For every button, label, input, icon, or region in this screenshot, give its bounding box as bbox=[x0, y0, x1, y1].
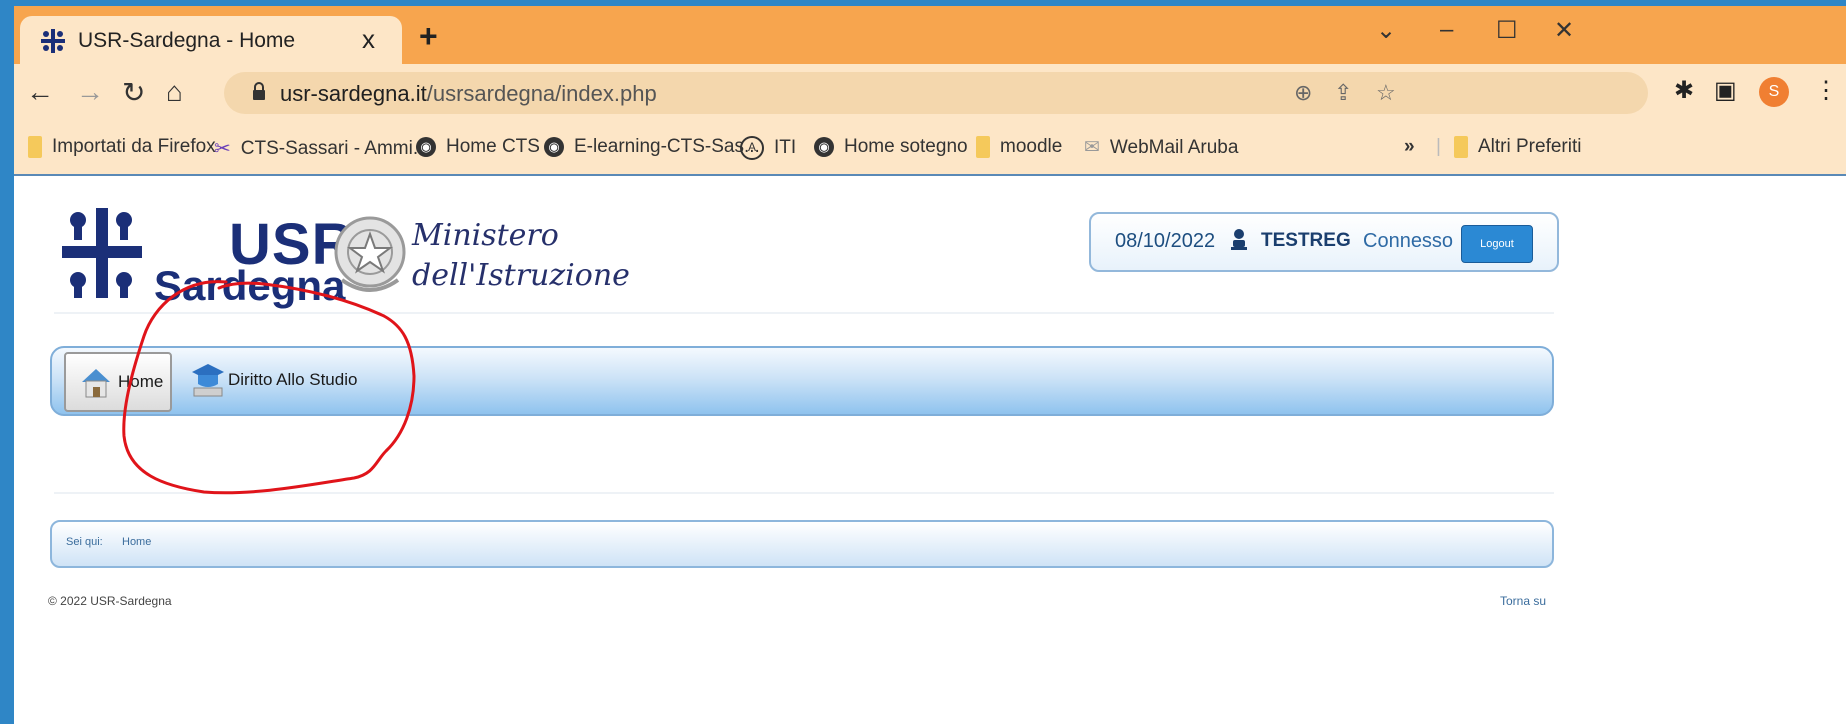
bookmark-label: Importati da Firefox bbox=[52, 136, 216, 157]
breadcrumb-prefix: Sei qui: bbox=[66, 536, 103, 548]
bookmark-item[interactable]: ◉ E-learning-CTS-Sas... bbox=[544, 136, 760, 158]
ministero-line1: Ministero bbox=[412, 218, 559, 253]
cts-icon: ✂ bbox=[214, 138, 231, 160]
menu-kebab-icon[interactable]: ⋮ bbox=[1814, 76, 1838, 105]
globe-icon: ◉ bbox=[814, 137, 834, 157]
browser-tab[interactable]: USR-Sardegna - Home x bbox=[20, 16, 402, 64]
folder-icon bbox=[28, 136, 42, 158]
nav-home-label: Home bbox=[118, 372, 164, 391]
maximize-icon[interactable]: ☐ bbox=[1496, 16, 1518, 45]
iti-icon: A bbox=[740, 136, 764, 160]
other-bookmarks[interactable]: Altri Preferiti bbox=[1454, 136, 1581, 158]
bookmark-label: WebMail Aruba bbox=[1109, 136, 1239, 158]
nav-item-diritto-allo-studio[interactable]: Diritto Allo Studio bbox=[190, 352, 390, 408]
side-panel-icon[interactable]: ▣ bbox=[1714, 76, 1737, 105]
reload-icon[interactable]: ↻ bbox=[122, 76, 145, 109]
bookmark-item[interactable]: A ITI bbox=[740, 136, 796, 160]
bookmark-item[interactable]: ✂ CTS-Sassari - Ammi... bbox=[214, 136, 429, 161]
profile-avatar[interactable]: S bbox=[1759, 77, 1789, 107]
minimize-icon[interactable]: – bbox=[1440, 16, 1453, 44]
breadcrumb-home-link[interactable]: Home bbox=[122, 536, 151, 548]
ministero-line2: dell'Istruzione bbox=[412, 258, 630, 293]
copyright-text: © 2022 USR-Sardegna bbox=[48, 594, 172, 608]
bookmark-item[interactable]: ◉ Home sotegno bbox=[814, 136, 968, 158]
extensions-icon[interactable]: ✱ bbox=[1674, 76, 1694, 105]
nav-das-label: Diritto Allo Studio bbox=[228, 370, 358, 389]
bookmark-item[interactable]: ✉ WebMail Aruba bbox=[1084, 136, 1238, 159]
usr-favicon-icon bbox=[41, 29, 65, 53]
header-divider bbox=[54, 312, 1554, 314]
back-to-top-link[interactable]: Torna su bbox=[1500, 594, 1546, 608]
new-tab-button[interactable]: + bbox=[419, 18, 438, 55]
bookmark-label: Home sotegno bbox=[844, 136, 968, 157]
user-panel: 08/10/2022 TESTREG Connesso Logout bbox=[1089, 212, 1559, 272]
url-path: /usrsardegna/index.php bbox=[426, 81, 657, 106]
globe-icon: ◉ bbox=[416, 137, 436, 157]
close-window-icon[interactable]: ✕ bbox=[1554, 16, 1574, 45]
tab-title: USR-Sardegna - Home bbox=[78, 29, 296, 52]
bookmarks-divider: | bbox=[1436, 136, 1441, 157]
bookmark-label: E-learning-CTS-Sas... bbox=[574, 136, 760, 157]
bookmark-item[interactable]: moodle bbox=[976, 136, 1062, 158]
folder-icon bbox=[976, 136, 990, 158]
tab-strip: USR-Sardegna - Home x + ⌄ – ☐ ✕ bbox=[14, 6, 1846, 64]
browser-window: USR-Sardegna - Home x + ⌄ – ☐ ✕ ← → ↻ ⌂ … bbox=[14, 6, 1846, 724]
address-bar[interactable]: usr-sardegna.it/usrsardegna/index.php ⊕ … bbox=[224, 72, 1648, 114]
back-icon[interactable]: ← bbox=[26, 76, 54, 108]
bookmarks-overflow-button[interactable]: » bbox=[1404, 136, 1415, 158]
login-date: 08/10/2022 bbox=[1115, 230, 1216, 252]
tab-search-dropdown-icon[interactable]: ⌄ bbox=[1376, 16, 1396, 45]
sardinia-cross-logo-icon bbox=[62, 208, 142, 298]
globe-icon: ◉ bbox=[544, 137, 564, 157]
bookmark-item[interactable]: ◉ Home CTS bbox=[416, 136, 540, 158]
ministero-title: Ministero dell'Istruzione bbox=[412, 216, 630, 296]
nav-item-home[interactable]: Home bbox=[64, 352, 172, 412]
connection-status: Connesso bbox=[1363, 230, 1454, 252]
bookmark-item[interactable]: Importati da Firefox bbox=[28, 136, 216, 158]
graduation-cap-icon bbox=[192, 364, 224, 397]
url-text[interactable]: usr-sardegna.it/usrsardegna/index.php bbox=[280, 81, 657, 107]
bookmark-star-icon[interactable]: ☆ bbox=[1376, 80, 1396, 106]
bookmark-label: Home CTS bbox=[446, 136, 540, 157]
folder-icon bbox=[1454, 136, 1468, 158]
url-domain: usr-sardegna.it bbox=[280, 81, 427, 106]
toolbar: ← → ↻ ⌂ usr-sardegna.it/usrsardegna/inde… bbox=[14, 64, 1846, 122]
username: TESTREG bbox=[1261, 230, 1351, 251]
mail-icon: ✉ bbox=[1084, 137, 1100, 158]
bookmark-label: CTS-Sassari - Ammi... bbox=[240, 137, 429, 159]
bookmark-label: moodle bbox=[1000, 136, 1063, 157]
content-divider bbox=[54, 492, 1554, 494]
bookmarks-bar: Importati da Firefox ✂ CTS-Sassari - Ammi… bbox=[14, 122, 1846, 176]
bookmark-label: ITI bbox=[774, 137, 797, 158]
forward-icon[interactable]: → bbox=[76, 76, 104, 108]
share-icon[interactable]: ⇪ bbox=[1334, 80, 1352, 106]
lock-icon bbox=[253, 82, 265, 100]
tab-close-icon[interactable]: x bbox=[362, 24, 375, 55]
user-icon bbox=[1231, 229, 1247, 250]
logout-button[interactable]: Logout bbox=[1461, 225, 1533, 263]
house-icon bbox=[82, 369, 110, 398]
home-icon[interactable]: ⌂ bbox=[166, 76, 183, 108]
sardegna-logo-text: Sardegna bbox=[154, 262, 346, 309]
italian-emblem-icon bbox=[334, 216, 406, 292]
breadcrumb: Sei qui: Home bbox=[50, 520, 1554, 568]
main-nav: Home Diritto Allo Studio bbox=[50, 346, 1554, 416]
zoom-icon[interactable]: ⊕ bbox=[1294, 80, 1312, 106]
bookmark-label: Altri Preferiti bbox=[1478, 136, 1582, 157]
